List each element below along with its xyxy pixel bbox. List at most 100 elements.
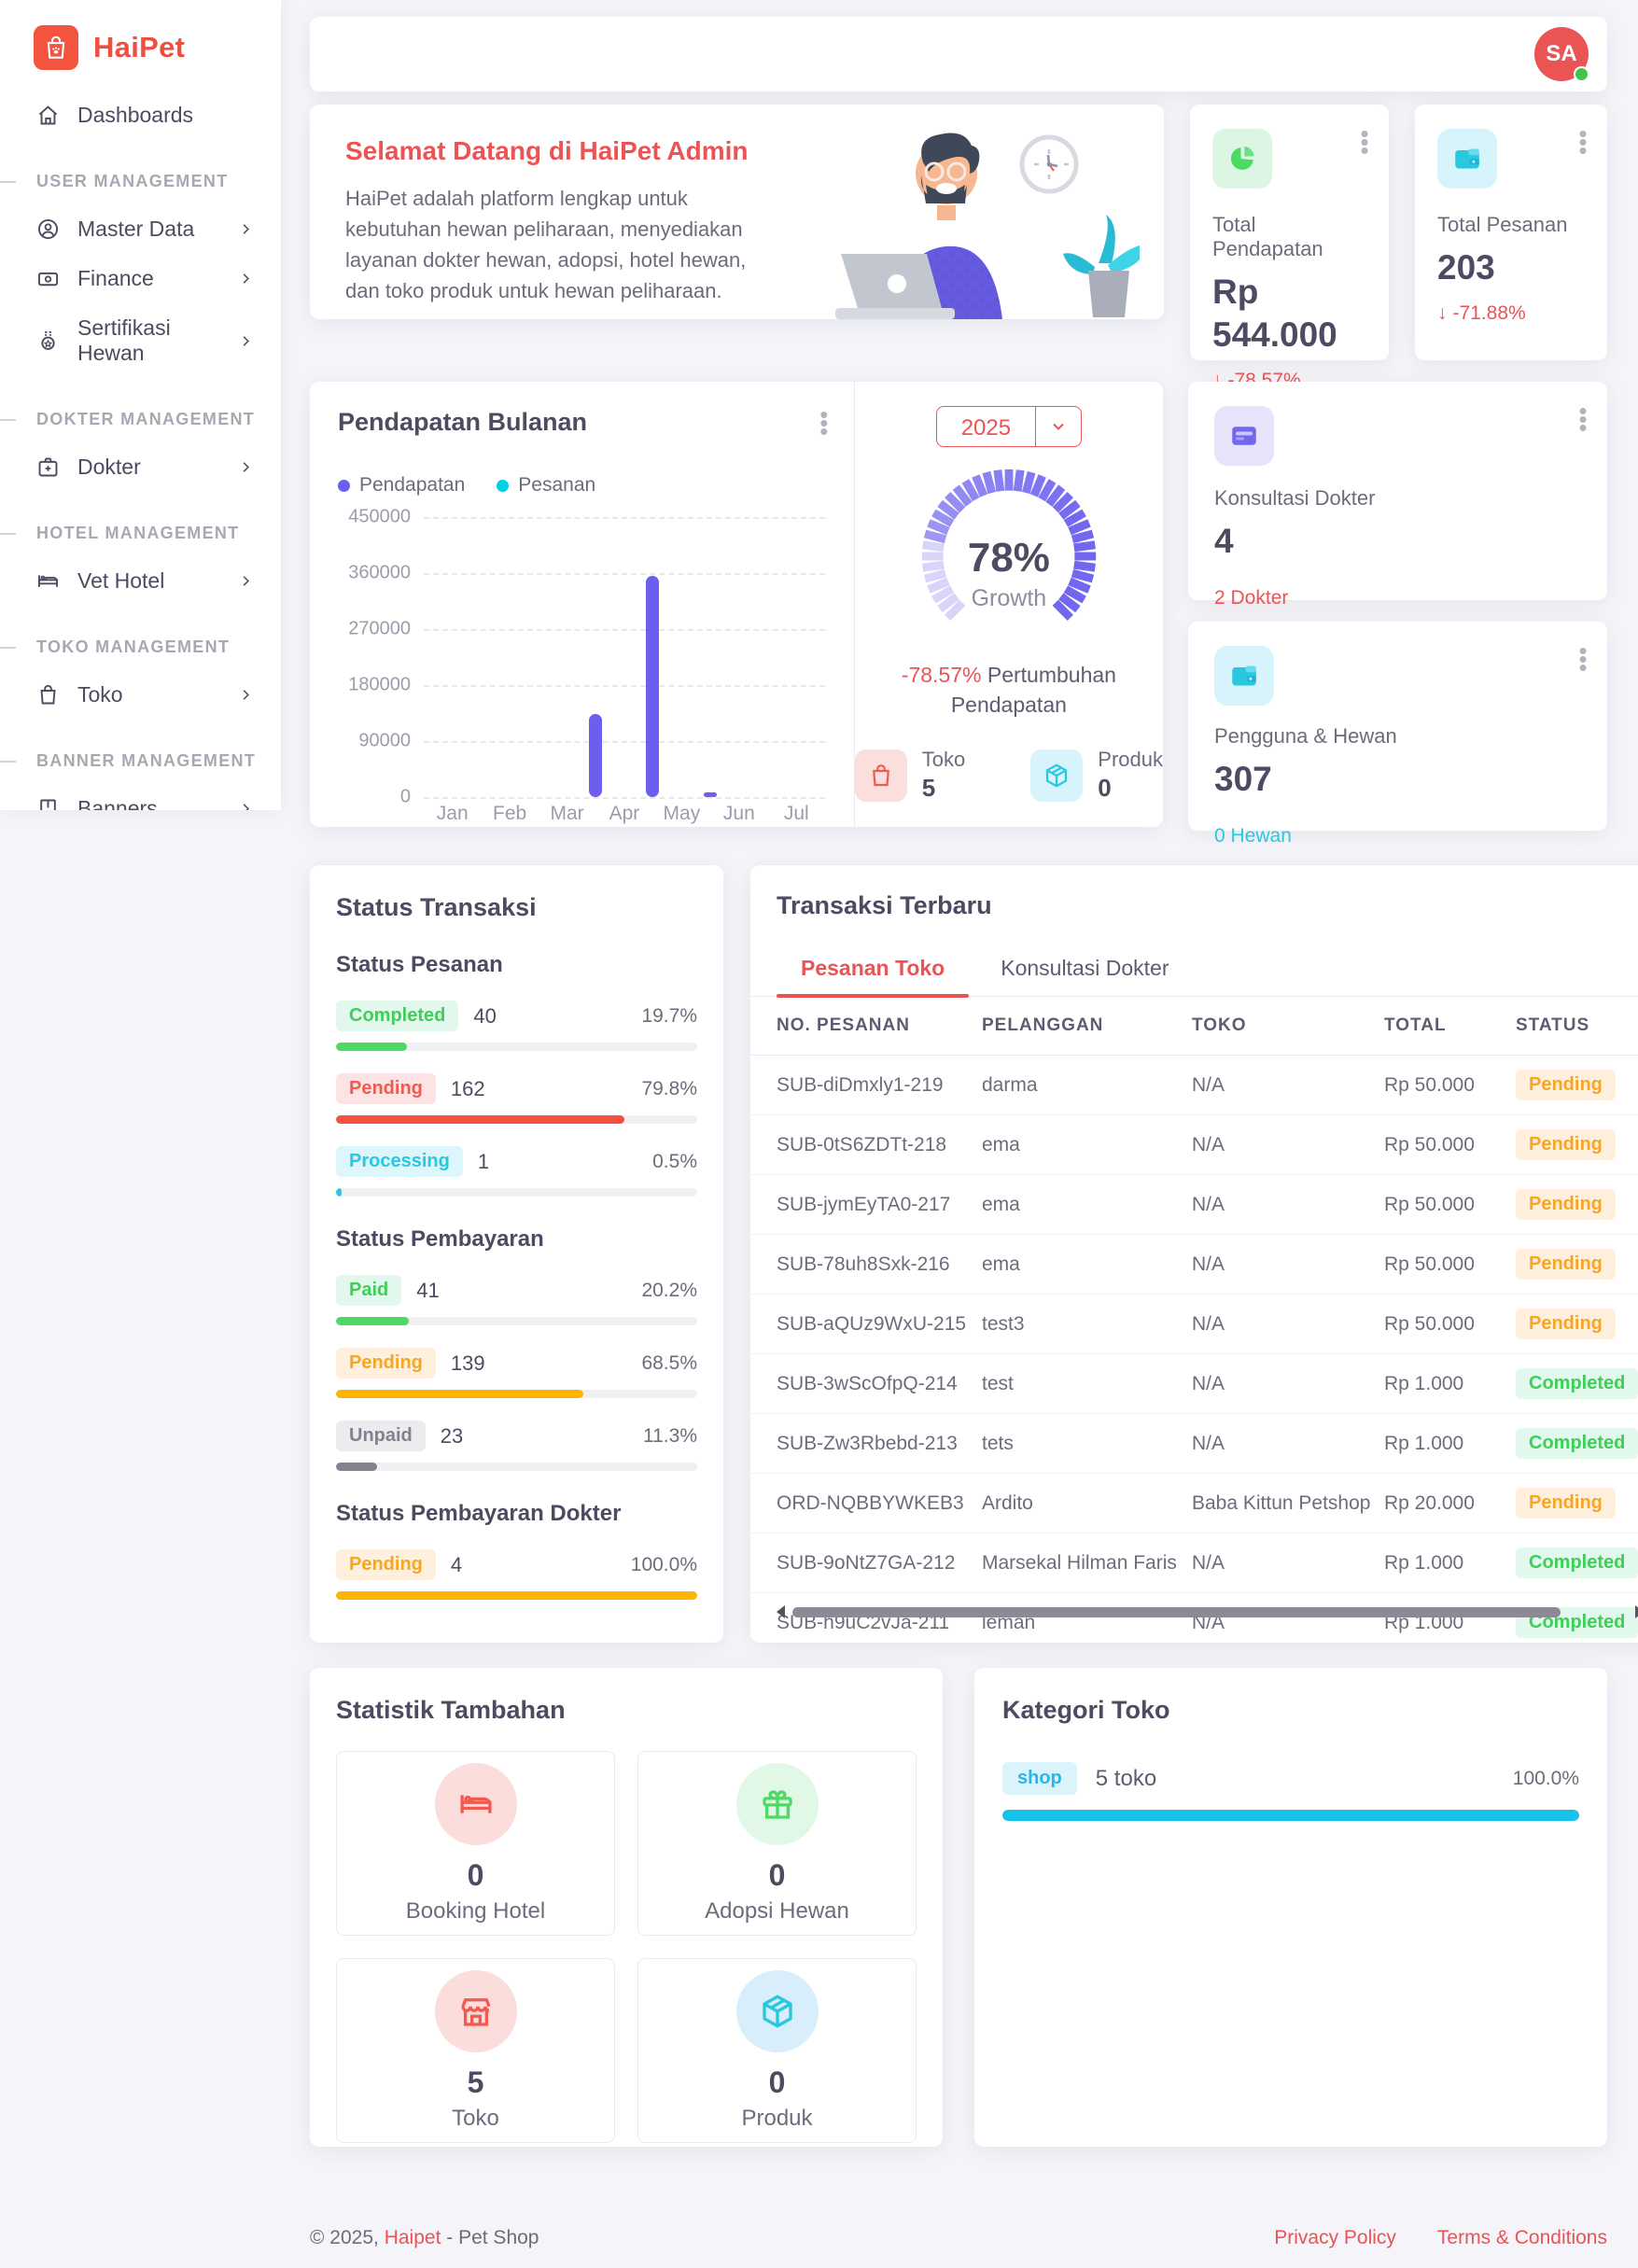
transaksi-table-viewport: NO. PESANAN PELANGGAN TOKO TOTAL STATUS … [750, 997, 1638, 1652]
panel-title: Kategori Toko [1002, 1696, 1579, 1725]
user-avatar[interactable]: SA [1534, 27, 1589, 81]
stat-change: ↓-71.88% [1437, 302, 1585, 325]
sidebar-section-banner-management: BANNER MANAGEMENT [0, 751, 281, 771]
stat-label: Total Pendapatan [1212, 213, 1366, 261]
y-axis-tick: 90000 [338, 731, 411, 752]
status-badge: Pending [1516, 1249, 1616, 1280]
status-badge: Completed [1516, 1368, 1638, 1399]
x-axis-labels: JanFeb MarApr MayJun Jul [424, 803, 825, 825]
sidebar-item-dashboards[interactable]: Dashboards [0, 91, 281, 140]
status-bar-row: Paid4120.2% [336, 1275, 697, 1325]
table-row[interactable]: SUB-9oNtZ7GA-212Marsekal Hilman FarisN/A… [750, 1533, 1638, 1593]
card-menu-button[interactable]: ••• [1359, 129, 1370, 154]
sidebar-section-user-management: USER MANAGEMENT [0, 172, 281, 191]
status-transaksi-card: Status Transaksi Status Pesanan Complete… [310, 865, 723, 1643]
table-row[interactable]: SUB-0tS6ZDTt-218emaN/ARp 50.000Pending [750, 1115, 1638, 1175]
total-pesanan-card: ••• Total Pesanan 203 ↓-71.88% [1415, 105, 1607, 360]
transaksi-terbaru-card: Transaksi Terbaru ••• Pesanan Toko Konsu… [750, 865, 1638, 1643]
medal-icon [35, 329, 61, 354]
footer-brand-link[interactable]: Haipet [385, 2227, 441, 2248]
brand[interactable]: HaiPet [0, 0, 281, 70]
panel-title: Transaksi Terbaru [750, 891, 1638, 920]
chevron-right-icon [237, 458, 255, 476]
welcome-illustration [813, 116, 1140, 319]
section-divider [0, 647, 16, 649]
gift-icon [736, 1763, 819, 1845]
y-axis-tick: 450000 [338, 507, 411, 528]
haipet-logo-icon [34, 25, 78, 70]
y-axis-tick: 270000 [338, 619, 411, 640]
table-row[interactable]: SUB-aQUz9WxU-215test3N/ARp 50.000Pending [750, 1295, 1638, 1354]
legend-dot [338, 480, 350, 492]
panel-title: Statistik Tambahan [336, 1696, 917, 1725]
terms-conditions-link[interactable]: Terms & Conditions [1437, 2227, 1607, 2249]
table-row[interactable]: SUB-h9uC2vJa-211lemanN/ARp 1.000Complete… [750, 1593, 1638, 1653]
credit-card-icon [1214, 406, 1274, 466]
monthly-revenue-chart: Pendapatan Bulanan ••• Pendapatan Pesana… [310, 382, 855, 827]
card-menu-button[interactable]: ••• [1577, 129, 1589, 154]
col-pelanggan: PELANGGAN [982, 997, 1192, 1056]
wallet-icon [1437, 129, 1497, 189]
chevron-right-icon [237, 270, 255, 287]
sidebar-item-dokter[interactable]: Dokter [0, 442, 281, 492]
year-select-button[interactable]: 2025 [936, 406, 1082, 447]
section-divider [0, 419, 16, 421]
progress-fill [336, 1591, 697, 1600]
kategori-row: shop 5 toko 100.0% [1002, 1762, 1579, 1795]
sidebar-item-finance[interactable]: Finance [0, 254, 281, 303]
sidebar-item-master-data[interactable]: Master Data [0, 204, 281, 254]
brand-name: HaiPet [93, 31, 185, 64]
card-menu-button[interactable]: ••• [1577, 406, 1589, 431]
table-row[interactable]: SUB-jymEyTA0-217emaN/ARp 50.000Pending [750, 1175, 1638, 1235]
status-badge: Completed [1516, 1547, 1638, 1578]
konsultasi-dokter-card: ••• Konsultasi Dokter 4 2 Dokter [1188, 382, 1607, 600]
table-row[interactable]: SUB-Zw3Rbebd-213tetsN/ARp 1.000Completed [750, 1414, 1638, 1474]
legend-dot [497, 480, 509, 492]
sidebar-item-sertifikasi-hewan[interactable]: Sertifikasi Hewan [0, 303, 281, 378]
chevron-down-icon [1036, 407, 1081, 446]
footer: © 2025, Haipet - Pet Shop Privacy Policy… [310, 2227, 1607, 2268]
growth-gauge: 78% Growth [902, 455, 1116, 658]
cash-icon [35, 266, 61, 291]
card-menu-button[interactable]: ••• [819, 410, 830, 435]
sidebar-section-hotel-management: HOTEL MANAGEMENT [0, 524, 281, 543]
table-row[interactable]: SUB-diDmxly1-219darmaN/ARp 50.000Pending [750, 1056, 1638, 1115]
progress-fill [336, 1043, 407, 1051]
stat-value: 4 [1214, 520, 1581, 563]
status-bar-row: Unpaid2311.3% [336, 1421, 697, 1471]
scrollbar-thumb[interactable] [792, 1607, 1561, 1617]
status-bar-row: Pending13968.5% [336, 1348, 697, 1398]
welcome-card: Selamat Datang di HaiPet Admin HaiPet ad… [310, 105, 1164, 319]
sidebar-item-banners[interactable]: Banners [0, 784, 281, 810]
y-axis-tick: 180000 [338, 675, 411, 696]
chart-bars [424, 517, 825, 797]
tab-konsultasi-dokter[interactable]: Konsultasi Dokter [976, 945, 1193, 996]
chart-bar [646, 576, 659, 797]
copyright: © 2025, Haipet - Pet Shop [310, 2227, 539, 2249]
status-badge: Pending [336, 1549, 436, 1580]
stat-label: Total Pesanan [1437, 213, 1585, 237]
sidebar-item-toko[interactable]: Toko [0, 670, 281, 720]
table-row[interactable]: ORD-NQBBYWKEB3ArditoBaba Kittun PetshopR… [750, 1474, 1638, 1533]
table-row[interactable]: SUB-3wScOfpQ-214testN/ARp 1.000Completed [750, 1354, 1638, 1414]
package-icon [736, 1970, 819, 2052]
sidebar-item-vet-hotel[interactable]: Vet Hotel [0, 556, 281, 606]
progress-fill [336, 1463, 377, 1471]
progress-fill [336, 1115, 624, 1124]
table-row[interactable]: SUB-78uh8Sxk-216emaN/ARp 50.000Pending [750, 1235, 1638, 1295]
chart-plot-area: 450000 360000 270000 180000 90000 0 JanF… [338, 517, 842, 797]
shopping-bag-icon [855, 749, 907, 802]
horizontal-scrollbar[interactable] [777, 1603, 1638, 1620]
status-badge: Processing [336, 1146, 463, 1177]
shopping-bag-paw-icon [42, 34, 70, 62]
section-divider [0, 533, 16, 535]
scroll-left-arrow-icon[interactable] [777, 1605, 785, 1618]
tab-pesanan-toko[interactable]: Pesanan Toko [777, 945, 969, 996]
privacy-policy-link[interactable]: Privacy Policy [1274, 2227, 1396, 2249]
chart-legend: Pendapatan Pesanan [338, 474, 854, 497]
card-menu-button[interactable]: ••• [1577, 646, 1589, 671]
chevron-right-icon [237, 572, 255, 590]
chart-bar [704, 792, 717, 797]
stat-value: Rp 544.000 [1212, 271, 1334, 357]
progress-fill [1002, 1810, 1579, 1821]
